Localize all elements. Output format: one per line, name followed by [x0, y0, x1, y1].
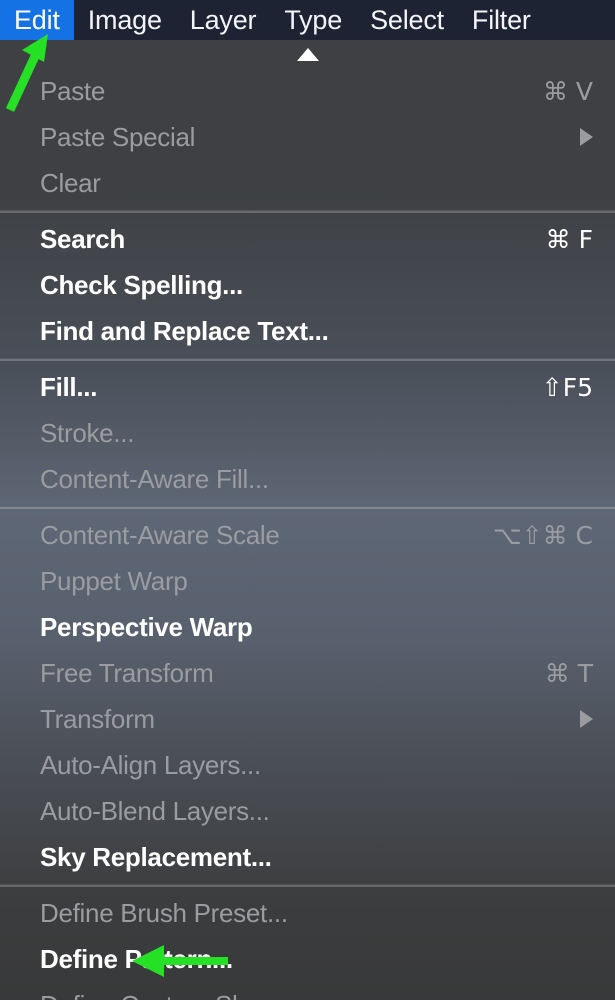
menu-item-label: Perspective Warp: [40, 611, 253, 642]
menu-item-label: Sky Replacement...: [40, 841, 272, 872]
menu-item-shortcut: ⌘ T: [544, 658, 593, 688]
menu-separator: [0, 506, 615, 509]
menu-item-label: Find and Replace Text...: [40, 315, 329, 346]
menu-item-label: Define Pattern...: [40, 943, 233, 974]
menu-item-label: Auto-Blend Layers...: [40, 795, 270, 826]
menu-separator: [0, 884, 615, 887]
menu-item-shortcut: ⌥⇧⌘ C: [492, 520, 593, 550]
menu-item-stroke: Stroke...: [0, 410, 615, 456]
submenu-triangle-icon: [580, 710, 593, 728]
menu-item-auto-align-layers: Auto-Align Layers...: [0, 742, 615, 788]
menu-item-label: Fill...: [40, 371, 98, 402]
menu-item-paste: Paste ⌘ V: [0, 68, 615, 114]
menubar-item-filter[interactable]: Filter: [458, 0, 545, 40]
menu-item-fill[interactable]: Fill... ⇧F5: [0, 364, 615, 410]
menu-item-label: Clear: [40, 167, 101, 198]
menu-item-sky-replacement[interactable]: Sky Replacement...: [0, 834, 615, 880]
menu-item-shortcut: ⇧F5: [541, 372, 593, 402]
menubar-item-layer[interactable]: Layer: [176, 0, 271, 40]
menu-item-label: Search: [40, 223, 125, 254]
menu-group: Define Brush Preset... Define Pattern... D…: [0, 890, 615, 1000]
menu-item-label: Stroke...: [40, 417, 135, 448]
menu-separator: [0, 210, 615, 213]
menu-item-define-custom-shape: Define Custom Shape...: [0, 982, 615, 1000]
menu-item-auto-blend-layers: Auto-Blend Layers...: [0, 788, 615, 834]
menu-item-label: Paste Special: [40, 121, 196, 152]
application-menu-bar: Edit Image Layer Type Select Filter: [0, 0, 615, 40]
menu-item-perspective-warp[interactable]: Perspective Warp: [0, 604, 615, 650]
menu-item-puppet-warp: Puppet Warp: [0, 558, 615, 604]
menu-item-content-aware-scale: Content-Aware Scale ⌥⇧⌘ C: [0, 512, 615, 558]
menu-item-label: Puppet Warp: [40, 565, 188, 596]
menu-item-label: Content-Aware Fill...: [40, 463, 269, 494]
menu-item-free-transform: Free Transform ⌘ T: [0, 650, 615, 696]
menu-item-label: Content-Aware Scale: [40, 519, 280, 550]
menu-item-label: Define Brush Preset...: [40, 897, 288, 928]
edit-menu-panel: Paste ⌘ V Paste Special Clear Search ⌘ F Check…: [0, 40, 615, 1000]
menu-separator: [0, 358, 615, 361]
menu-item-clear: Clear: [0, 160, 615, 206]
submenu-triangle-icon: [580, 128, 593, 146]
menu-item-define-pattern[interactable]: Define Pattern...: [0, 936, 615, 982]
menu-item-shortcut: ⌘ F: [545, 224, 593, 254]
menu-item-define-brush-preset: Define Brush Preset...: [0, 890, 615, 936]
photoshop-edit-menu-screenshot: Edit Image Layer Type Select Filter Paste ⌘ VP…: [0, 0, 615, 1000]
menu-item-label: Free Transform: [40, 657, 214, 688]
menubar-item-select[interactable]: Select: [356, 0, 458, 40]
menu-item-content-aware-fill: Content-Aware Fill...: [0, 456, 615, 502]
menubar-item-image[interactable]: Image: [74, 0, 176, 40]
menu-item-find-and-replace-text[interactable]: Find and Replace Text...: [0, 308, 615, 354]
menu-item-label: Check Spelling...: [40, 269, 243, 300]
menubar-item-type[interactable]: Type: [270, 0, 356, 40]
menu-item-shortcut: ⌘ V: [542, 76, 593, 106]
menu-group: Paste ⌘ V Paste Special Clear: [0, 68, 615, 206]
menu-item-label: Transform: [40, 703, 155, 734]
menu-group: Content-Aware Scale ⌥⇧⌘ C Puppet Warp Persp…: [0, 512, 615, 880]
triangle-up-icon: [296, 47, 319, 61]
menu-item-paste-special: Paste Special: [0, 114, 615, 160]
menu-group: Search ⌘ F Check Spelling... Find and Repla…: [0, 216, 615, 354]
menu-item-transform: Transform: [0, 696, 615, 742]
menu-group: Fill... ⇧F5 Stroke... Content-Aware Fill...: [0, 364, 615, 502]
menu-item-label: Paste: [40, 75, 105, 106]
menu-scroll-up-button[interactable]: [0, 40, 615, 68]
menu-item-search[interactable]: Search ⌘ F: [0, 216, 615, 262]
menubar-item-edit[interactable]: Edit: [0, 0, 74, 40]
menu-item-label: Auto-Align Layers...: [40, 749, 261, 780]
menu-item-label: Define Custom Shape...: [40, 990, 310, 1000]
menu-item-check-spelling[interactable]: Check Spelling...: [0, 262, 615, 308]
